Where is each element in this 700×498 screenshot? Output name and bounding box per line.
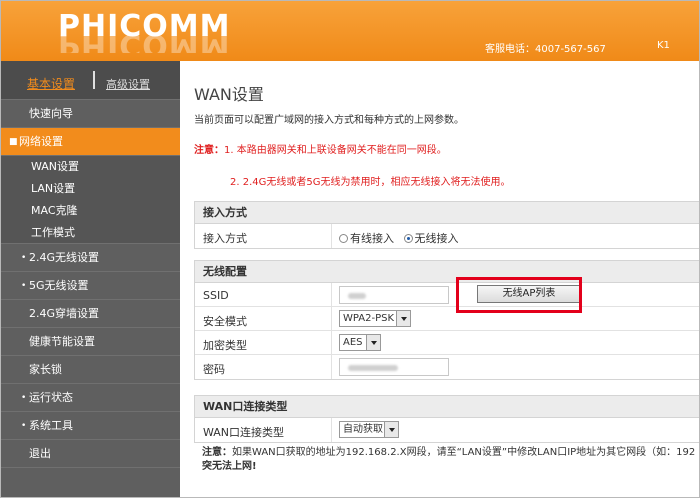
sidebar-item-label: 退出 <box>29 447 51 460</box>
radio-checked-icon[interactable] <box>403 234 413 243</box>
column-divider <box>331 418 332 442</box>
redacted-ssid <box>348 293 366 299</box>
note-1-text: 1. 本路由器网关和上联设备网关不能在同一网段。 <box>224 145 447 156</box>
sidebar-item-label: 快速向导 <box>29 107 73 120</box>
column-divider <box>331 224 332 248</box>
main-content: WAN设置 当前页面可以配置广域网的接入方式和每种方式的上网参数。 注意：1. … <box>180 61 699 497</box>
wan-type-heading: WAN口连接类型 <box>195 396 699 418</box>
password-row: 密码 <box>195 355 699 379</box>
column-divider <box>331 331 332 354</box>
access-wired-option[interactable]: 有线接入 <box>339 232 394 245</box>
security-mode-label: 安全模式 <box>203 315 247 328</box>
sidebar-item-label: 健康节能设置 <box>29 335 95 348</box>
note-label: 注意： <box>194 145 224 156</box>
sidebar-item-lan[interactable]: LAN设置 <box>1 178 180 200</box>
support-hotline: 客服电话：4007-567-567 <box>485 44 606 55</box>
sidebar-item-label: MAC克隆 <box>31 204 78 217</box>
brand-logo-reflection: PHICOMM <box>58 35 231 53</box>
bottom-note-line2: 突无法上网! <box>202 461 257 472</box>
sidebar-item-network-settings[interactable]: ■ 网络设置 <box>1 128 180 156</box>
encryption-type-select[interactable]: AES <box>339 334 381 351</box>
password-label: 密码 <box>203 363 225 376</box>
expand-bullet-icon: • <box>21 281 27 291</box>
wireless-config-heading: 无线配置 <box>195 261 699 283</box>
bottom-note-label: 注意： <box>202 447 232 458</box>
wan-type-select[interactable]: 自动获取 <box>339 421 399 438</box>
access-mode-heading: 接入方式 <box>195 202 699 224</box>
wan-type-section: WAN口连接类型 WAN口连接类型 自动获取 <box>194 395 699 443</box>
sidebar-item-label: 家长锁 <box>29 363 62 376</box>
sidebar-item-mac-clone[interactable]: MAC克隆 <box>1 200 180 222</box>
sidebar-item-label: WAN设置 <box>31 160 80 173</box>
expand-bullet-icon: • <box>21 393 27 403</box>
sidebar-item-system-tools[interactable]: • 系统工具 <box>1 412 180 440</box>
sidebar-item-5g-wireless[interactable]: • 5G无线设置 <box>1 272 180 300</box>
sidebar-item-logout[interactable]: 退出 <box>1 440 180 468</box>
basic-settings-link[interactable]: 基本设置 <box>27 75 75 92</box>
encryption-type-row: 加密类型 AES <box>195 331 699 355</box>
wan-type-row: WAN口连接类型 自动获取 <box>195 418 699 442</box>
sidebar-item-24g-wall[interactable]: 2.4G穿墙设置 <box>1 300 180 328</box>
sidebar: 基本设置 高级设置 快速向导 ■ 网络设置 WAN设置 LAN设置 MAC克隆 工… <box>1 61 180 497</box>
wireless-config-section: 无线配置 SSID 无线AP列表 安全模式 WPA2-PSK 加密类型 AES … <box>194 260 699 380</box>
password-input[interactable] <box>339 358 449 376</box>
sidebar-item-24g-wireless[interactable]: • 2.4G无线设置 <box>1 244 180 272</box>
radio-label: 无线接入 <box>414 232 459 245</box>
sidebar-item-label: 网络设置 <box>19 135 63 148</box>
sidebar-item-label: 5G无线设置 <box>29 279 89 292</box>
sidebar-item-label: 工作模式 <box>31 226 75 239</box>
sidebar-item-quick-wizard[interactable]: 快速向导 <box>1 100 180 128</box>
note-2: 2. 2.4G无线或者5G无线为禁用时，相应无线接入将无法使用。 <box>230 177 511 188</box>
dropdown-arrow-icon[interactable] <box>384 422 398 437</box>
radio-label: 有线接入 <box>350 232 394 245</box>
dropdown-arrow-icon[interactable] <box>396 311 410 326</box>
active-bullet-icon: ■ <box>9 137 18 147</box>
advanced-settings-link[interactable]: 高级设置 <box>106 76 150 92</box>
sidebar-item-label: 系统工具 <box>29 419 73 432</box>
page-description: 当前页面可以配置广域网的接入方式和每种方式的上网参数。 <box>194 115 464 126</box>
header-bar: PHICOMM PHICOMM 客服电话：4007-567-567 K1 <box>1 1 699 61</box>
ssid-row: SSID 无线AP列表 <box>195 283 699 307</box>
column-divider <box>331 283 332 306</box>
dropdown-arrow-icon[interactable] <box>366 335 380 350</box>
sidebar-item-health-energy[interactable]: 健康节能设置 <box>1 328 180 356</box>
access-wireless-option[interactable]: 无线接入 <box>403 232 459 245</box>
security-mode-value: WPA2-PSK <box>343 313 395 324</box>
sidebar-item-label: 2.4G穿墙设置 <box>29 307 100 320</box>
sidebar-nav: 快速向导 ■ 网络设置 WAN设置 LAN设置 MAC克隆 工作模式 • 2.4G无… <box>1 100 180 468</box>
security-mode-row: 安全模式 WPA2-PSK <box>195 307 699 331</box>
mode-separator <box>93 71 95 89</box>
sidebar-item-label: 运行状态 <box>29 391 73 404</box>
device-model: K1 <box>657 40 670 51</box>
radio-unchecked-icon[interactable] <box>339 234 348 243</box>
ssid-input[interactable] <box>339 286 449 304</box>
page-title: WAN设置 <box>194 85 264 104</box>
note-1: 注意：1. 本路由器网关和上联设备网关不能在同一网段。 <box>194 141 447 156</box>
expand-bullet-icon: • <box>21 253 27 263</box>
security-mode-select[interactable]: WPA2-PSK <box>339 310 411 327</box>
ssid-label: SSID <box>203 289 229 302</box>
wan-type-value: 自动获取 <box>343 424 383 435</box>
encryption-type-value: AES <box>343 337 363 348</box>
sidebar-item-parental-lock[interactable]: 家长锁 <box>1 356 180 384</box>
sidebar-item-status[interactable]: • 运行状态 <box>1 384 180 412</box>
sidebar-item-label: 2.4G无线设置 <box>29 251 100 264</box>
redacted-password <box>348 365 398 371</box>
column-divider <box>331 307 332 330</box>
sidebar-item-label: LAN设置 <box>31 182 76 195</box>
expand-bullet-icon: • <box>21 421 27 431</box>
sidebar-item-work-mode[interactable]: 工作模式 <box>1 222 180 244</box>
access-mode-label: 接入方式 <box>203 232 247 245</box>
column-divider <box>331 355 332 379</box>
access-mode-section: 接入方式 接入方式 有线接入 无线接入 <box>194 201 699 249</box>
sidebar-item-wan[interactable]: WAN设置 <box>1 156 180 178</box>
access-mode-row: 接入方式 有线接入 无线接入 <box>195 224 699 248</box>
access-mode-radios: 有线接入 无线接入 <box>339 230 465 246</box>
wan-type-label: WAN口连接类型 <box>203 426 285 439</box>
sidebar-mode-switch: 基本设置 高级设置 <box>1 61 180 100</box>
encryption-type-label: 加密类型 <box>203 339 247 352</box>
highlight-box <box>456 277 582 313</box>
bottom-note-line1: 如果WAN口获取的地址为192.168.2.X网段，请至“LAN设置”中修改LA… <box>232 447 696 458</box>
bottom-note: 注意：如果WAN口获取的地址为192.168.2.X网段，请至“LAN设置”中修… <box>202 446 699 474</box>
